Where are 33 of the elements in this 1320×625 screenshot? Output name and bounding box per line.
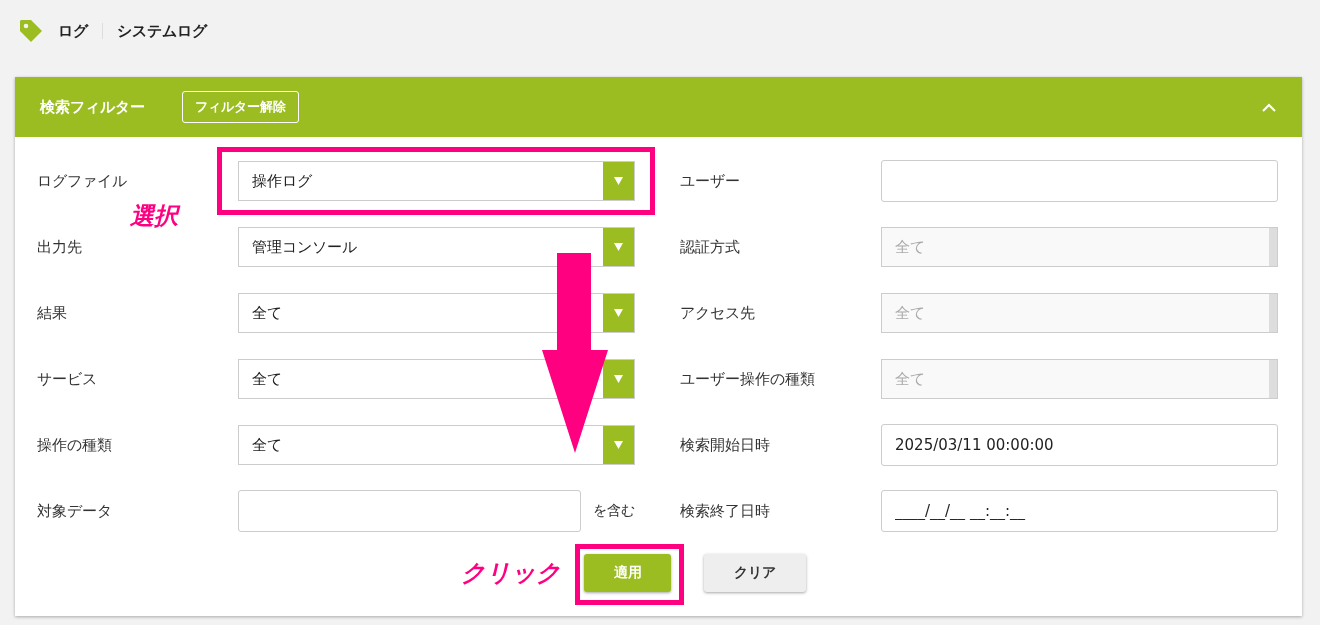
field-label: 対象データ xyxy=(37,501,113,521)
dropdown[interactable]: 管理コンソール xyxy=(238,227,635,267)
clear-button[interactable]: クリア xyxy=(704,554,806,592)
dropdown[interactable]: 全て xyxy=(238,293,635,333)
input-field[interactable]: ____/__/__ __:__:__ xyxy=(881,490,1278,532)
field-label: 認証方式 xyxy=(680,237,741,257)
field-label: 結果 xyxy=(37,303,68,323)
dropdown[interactable]: 全て xyxy=(238,425,635,465)
tag-icon xyxy=(18,18,44,44)
suffix-label: を含む xyxy=(593,502,635,520)
annotation-note: クリック xyxy=(461,558,561,589)
caret-icon xyxy=(614,309,623,317)
field-label: 検索開始日時 xyxy=(680,435,771,455)
collapse-icon[interactable] xyxy=(1262,102,1276,112)
field-label: アクセス先 xyxy=(680,303,756,323)
caret-icon xyxy=(614,177,623,185)
field-label: ログファイル xyxy=(37,171,128,191)
breadcrumb-item[interactable]: システムログ xyxy=(117,21,207,41)
caret-icon xyxy=(614,375,623,383)
panel-title: 検索フィルター xyxy=(40,97,145,117)
field-label: 出力先 xyxy=(37,237,83,257)
input-field[interactable] xyxy=(881,160,1278,202)
caret-icon xyxy=(614,441,623,449)
field-label: ユーザー xyxy=(680,171,741,191)
breadcrumb-item[interactable]: ログ xyxy=(58,21,88,41)
field-label: ユーザー操作の種類 xyxy=(680,369,816,389)
dropdown[interactable]: 操作ログ xyxy=(238,161,635,201)
input-field[interactable] xyxy=(238,490,581,532)
field-label: 操作の種類 xyxy=(37,435,113,455)
field-label: サービス xyxy=(37,369,98,389)
input-field[interactable]: 2025/03/11 00:00:00 xyxy=(881,424,1278,466)
caret-icon xyxy=(614,243,623,251)
field-label: 検索終了日時 xyxy=(680,501,771,521)
